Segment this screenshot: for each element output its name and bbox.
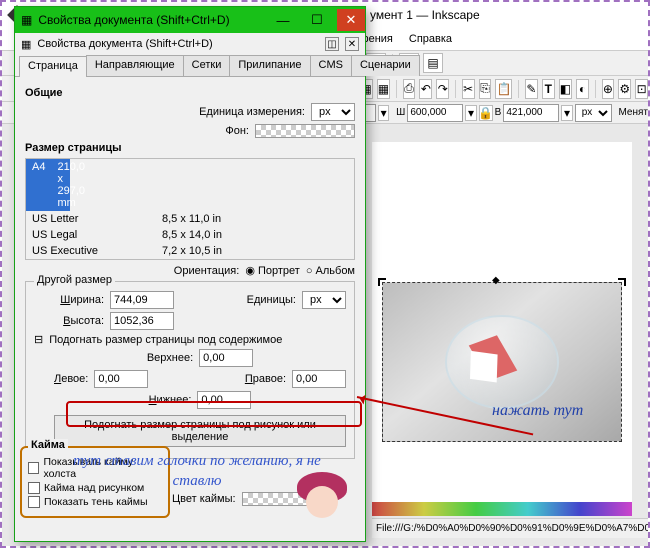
annotation-face-graphic [292, 472, 352, 527]
h-input[interactable] [503, 104, 559, 122]
fit-expander[interactable] [34, 333, 43, 346]
border-color-label: Цвет каймы: [172, 493, 236, 505]
tool-btn[interactable]: T [542, 79, 555, 99]
width-label: Ширина: [34, 294, 104, 306]
w-label: Ш [396, 107, 405, 118]
annotation-highlight-box [66, 401, 362, 427]
statusbar: File:///G:/%D0%A0%D0%90%D0%91%D0%9E%D0%A… [372, 518, 648, 538]
border-legend: Кайма [28, 439, 68, 451]
tab-snap[interactable]: Прилипание [229, 55, 310, 76]
doc-icon: ▦ [21, 13, 32, 27]
unit-select[interactable]: px [575, 104, 612, 122]
size-row-usexec[interactable]: US Executive7,2 x 10,5 in [26, 243, 354, 259]
custom-size-fieldset: Другой размер Ширина: Единицы: px Высота… [25, 281, 355, 459]
unit-label: Единица измерения: [199, 106, 305, 118]
selection-handle[interactable] [618, 278, 626, 286]
tool-btn[interactable]: ⎘ [479, 79, 492, 99]
tool-btn[interactable]: ⚙ [618, 79, 631, 99]
bg-color-swatch[interactable] [255, 124, 355, 138]
dialog-subtitle: Свойства документа (Shift+Ctrl+D) [37, 38, 212, 50]
menu-help[interactable]: Справка [409, 33, 452, 45]
custom-legend: Другой размер [34, 274, 115, 286]
fit-expand-label: Подогнать размер страницы под содержимое [49, 334, 282, 346]
pagesize-list[interactable]: A4210,0 x 297,0 mm US Letter8,5 x 11,0 i… [25, 158, 355, 260]
main-title: умент 1 — Inkscape [370, 8, 480, 22]
lock-icon[interactable]: 🔒 [479, 105, 493, 121]
radio-portrait[interactable]: Портрет [245, 264, 300, 277]
tool-btn[interactable]: ✎ [525, 79, 538, 99]
tab-scripts[interactable]: Сценарии [351, 55, 420, 76]
general-heading: Общие [25, 87, 355, 99]
tool-btn[interactable]: ◐ [576, 79, 589, 99]
annotation-press-here: нажать тут [492, 402, 583, 420]
margin-top-input[interactable] [199, 349, 253, 367]
units-label: Единицы: [196, 294, 296, 306]
tool-btn[interactable]: ⊕ [602, 79, 615, 99]
doc-icon: ▦ [21, 38, 31, 51]
margin-right-label: Правое: [245, 373, 286, 385]
size-row-usletter[interactable]: US Letter8,5 x 11,0 in [26, 211, 354, 227]
spin-control[interactable]: ▾ [561, 105, 572, 121]
tab-bar: Страница Направляющие Сетки Прилипание C… [15, 55, 365, 77]
tool-btn[interactable]: 📋 [495, 79, 512, 99]
selection-handle[interactable] [492, 274, 500, 282]
tab-cms[interactable]: CMS [310, 55, 352, 76]
close-button[interactable]: ✕ [337, 9, 365, 31]
dialog-subheader: ▦ Свойства документа (Shift+Ctrl+D) ◫ ✕ [15, 33, 365, 55]
orientation-label: Ориентация: [174, 265, 240, 277]
change-label: Менят [618, 107, 648, 118]
tab-guides[interactable]: Направляющие [86, 55, 184, 76]
tab-page[interactable]: Страница [19, 56, 87, 77]
h-label: В [495, 107, 502, 118]
height-label: Высота: [34, 315, 104, 327]
canvas[interactable] [372, 142, 632, 502]
spin-control[interactable]: ▾ [378, 105, 389, 121]
tool-btn[interactable]: ◧ [559, 79, 572, 99]
width-input[interactable] [110, 291, 174, 309]
tool-btn[interactable]: ▤ [423, 53, 443, 73]
close-icon[interactable]: ✕ [345, 37, 359, 51]
dialog-title: Свойства документа (Shift+Ctrl+D) [38, 13, 229, 27]
tool-btn[interactable]: ▦ [377, 79, 390, 99]
tool-btn[interactable]: ↶ [419, 79, 432, 99]
units-select[interactable]: px [302, 291, 346, 309]
size-row-a4[interactable]: A4210,0 x 297,0 mm [26, 159, 70, 211]
size-row-uslegal[interactable]: US Legal8,5 x 14,0 in [26, 227, 354, 243]
annotation-checkboxes: тут ставим галочки по желанию, я не став… [72, 452, 322, 491]
spin-control[interactable]: ▾ [465, 105, 476, 121]
tool-btn[interactable]: ✂ [462, 79, 475, 99]
pagesize-heading: Размер страницы [25, 142, 355, 154]
tool-btn[interactable]: ⎙ [403, 79, 416, 99]
minimize-button[interactable]: — [269, 9, 297, 31]
tool-btn[interactable]: ⊡ [635, 79, 648, 99]
margin-right-input[interactable] [292, 370, 346, 388]
selection-handle[interactable] [378, 278, 386, 286]
maximize-button[interactable]: ☐ [303, 9, 331, 31]
tab-grids[interactable]: Сетки [183, 55, 231, 76]
margin-top-label: Верхнее: [147, 352, 193, 364]
margin-left-input[interactable] [94, 370, 148, 388]
margin-left-label: Левое: [54, 373, 88, 385]
bg-label: Фон: [225, 125, 249, 137]
detach-icon[interactable]: ◫ [325, 37, 339, 51]
check-border-shadow[interactable]: Показать тень каймы [28, 496, 162, 508]
color-palette[interactable] [372, 502, 632, 516]
radio-landscape[interactable]: Альбом [306, 265, 355, 277]
dialog-titlebar[interactable]: ▦ Свойства документа (Shift+Ctrl+D) — ☐ … [15, 7, 365, 33]
height-input[interactable] [110, 312, 174, 330]
tool-btn[interactable]: ↷ [436, 79, 449, 99]
w-input[interactable] [407, 104, 463, 122]
unit-select[interactable]: px [311, 103, 355, 121]
